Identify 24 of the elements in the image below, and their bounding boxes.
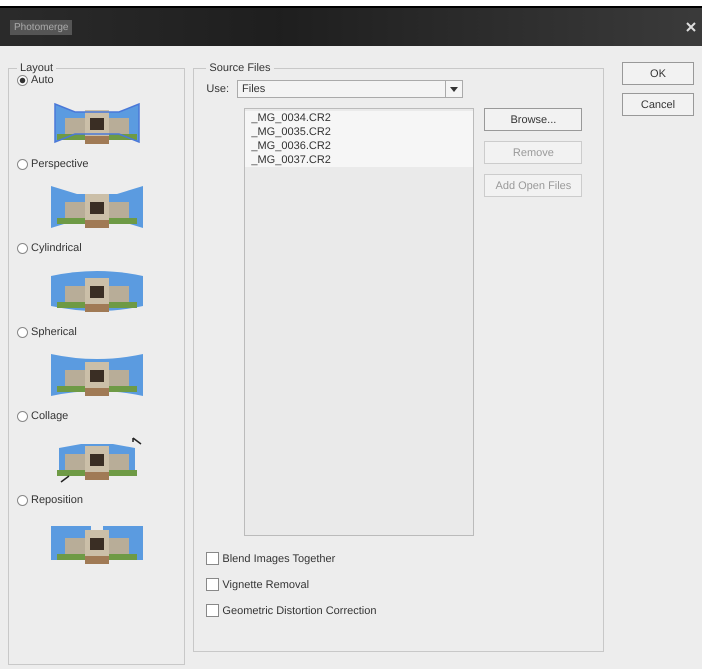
use-dropdown[interactable]: Files [237, 80, 464, 98]
dialog-button[interactable]: Cancel [622, 93, 694, 116]
layout-option[interactable]: Auto [17, 74, 176, 86]
dialog-button[interactable]: OK [622, 62, 694, 85]
group-label: Source Files [208, 62, 272, 74]
window-title: Photomerge [10, 20, 72, 34]
option-checkbox[interactable]: Geometric Distortion Correction [206, 604, 591, 617]
layout-option[interactable]: Perspective [17, 158, 176, 170]
dropdown-caret-icon [450, 86, 458, 92]
group-label: Layout [19, 62, 54, 74]
layout-option[interactable]: Reposition [17, 494, 176, 506]
file-item[interactable]: _MG_0036.CR2 [245, 139, 474, 153]
file-action-button[interactable]: Browse... [484, 108, 582, 131]
file-item[interactable]: _MG_0035.CR2 [245, 125, 474, 139]
file-list[interactable]: _MG_0034.CR2 _MG_0035.CR2 _MG_0036.CR2 _MG_0037.CR2 [244, 108, 474, 536]
close-icon[interactable] [686, 22, 696, 32]
file-item[interactable]: _MG_0037.CR2 [245, 153, 474, 167]
option-checkbox[interactable]: Vignette Removal [206, 578, 591, 591]
layout-option[interactable]: Cylindrical [17, 242, 176, 254]
file-item[interactable]: _MG_0034.CR2 [245, 111, 474, 125]
layout-option[interactable]: Spherical [17, 326, 176, 338]
layout-option[interactable]: Collage [17, 410, 176, 422]
use-label: Use: [206, 83, 230, 95]
option-checkbox[interactable]: Blend Images Together [206, 552, 591, 565]
